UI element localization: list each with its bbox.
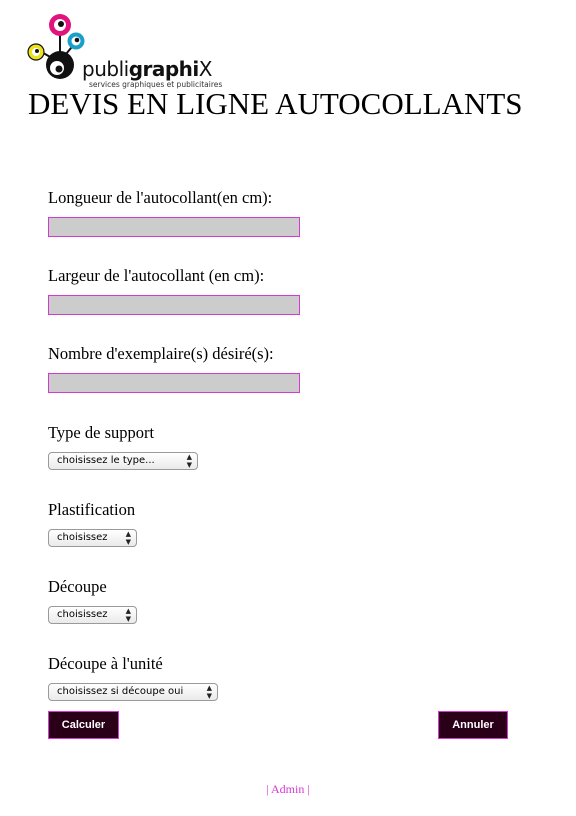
nombre-input[interactable] — [48, 373, 300, 393]
calculer-button[interactable]: Calculer — [48, 711, 119, 739]
admin-link[interactable]: | Admin | — [0, 782, 576, 797]
plastification-select[interactable]: choisissez ▲ ▼ — [48, 529, 137, 547]
brand-logo: publigraphiX services graphiques et publ… — [26, 12, 226, 89]
largeur-input[interactable] — [48, 295, 300, 315]
select-arrows-icon: ▲ ▼ — [125, 607, 131, 623]
decoupe-label: Découpe — [48, 577, 107, 596]
logo-wordmark: publigraphiX — [82, 57, 212, 81]
support-label: Type de support — [48, 423, 155, 442]
plastification-select-value: choisissez — [57, 532, 108, 543]
annuler-button[interactable]: Annuler — [438, 711, 508, 739]
nombre-label: Nombre d'exemplaire(s) désiré(s): — [48, 344, 274, 363]
decoupe-select-value: choisissez — [57, 609, 108, 620]
select-arrows-icon: ▲ ▼ — [206, 684, 212, 700]
support-select-value: choisissez le type... — [57, 455, 155, 466]
support-select[interactable]: choisissez le type... ▲ ▼ — [48, 452, 198, 470]
decoupe-unite-select[interactable]: choisissez si découpe oui ▲ ▼ — [48, 683, 218, 701]
largeur-label: Largeur de l'autocollant (en cm): — [48, 266, 265, 285]
plastification-label: Plastification — [48, 500, 136, 519]
page-title: DEVIS EN LIGNE AUTOCOLLANTS — [28, 86, 523, 121]
decoupe-unite-select-value: choisissez si découpe oui — [57, 686, 184, 697]
select-arrows-icon: ▲ ▼ — [125, 530, 131, 546]
decoupe-select[interactable]: choisissez ▲ ▼ — [48, 606, 137, 624]
decoupe-unite-label: Découpe à l'unité — [48, 654, 163, 673]
longueur-label: Longueur de l'autocollant(en cm): — [48, 188, 273, 207]
select-arrows-icon: ▲ ▼ — [186, 453, 192, 469]
longueur-input[interactable] — [48, 217, 300, 237]
